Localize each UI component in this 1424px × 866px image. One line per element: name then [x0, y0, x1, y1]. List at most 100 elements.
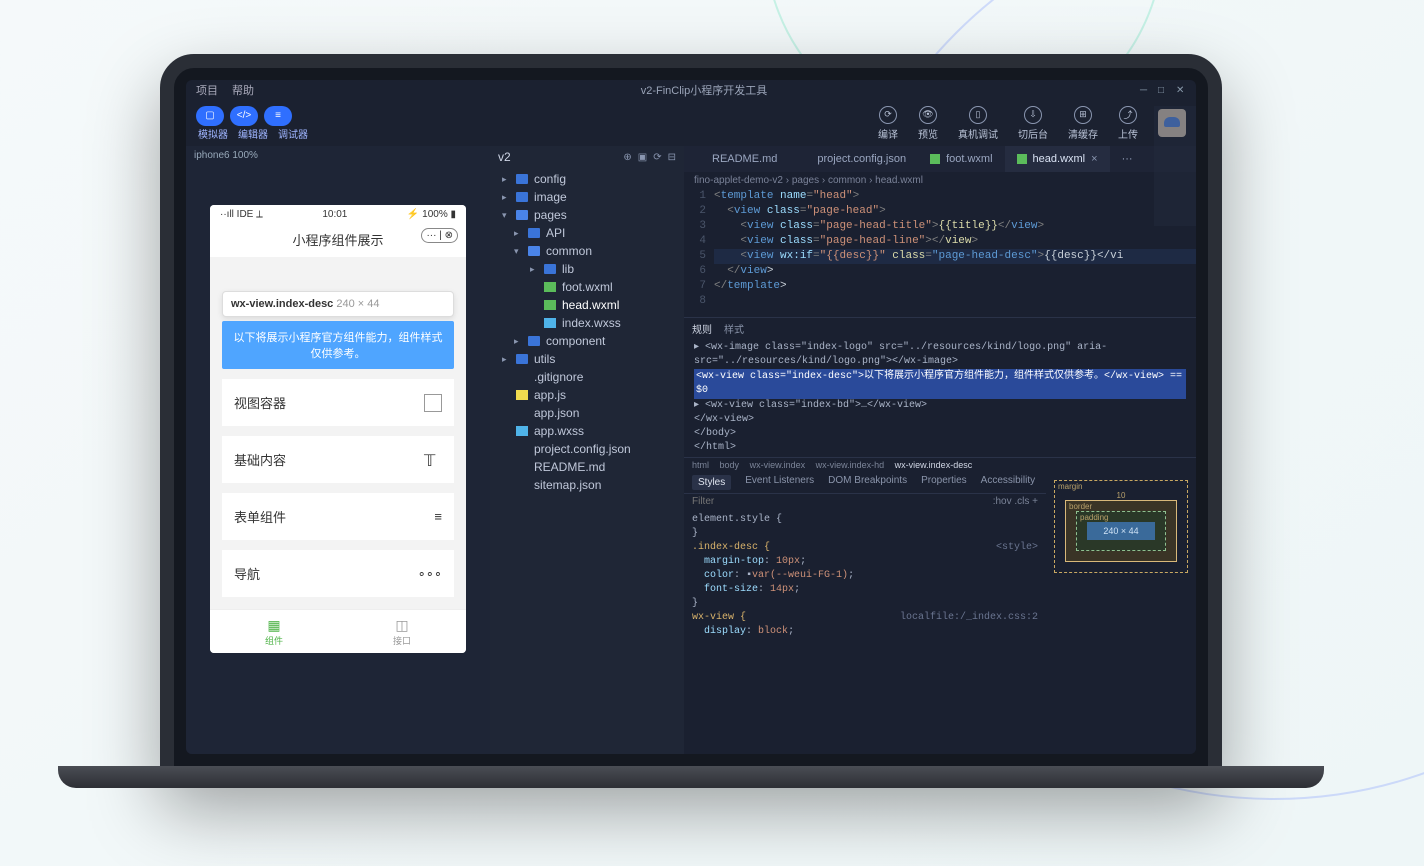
new-file-icon[interactable]: ⊕ — [623, 152, 631, 163]
tree-item-foot-wxml[interactable]: foot.wxml — [490, 278, 684, 296]
tree-item-project-config-json[interactable]: project.config.json — [490, 440, 684, 458]
preview-button[interactable]: 👁预览 — [918, 106, 938, 141]
close-icon[interactable]: ✕ — [1176, 85, 1186, 95]
tree-item-common[interactable]: ▾common — [490, 242, 684, 260]
simulator-label: 模拟器 — [198, 126, 228, 141]
tree-item-utils[interactable]: ▸utils — [490, 350, 684, 368]
style-filter-input[interactable] — [692, 496, 993, 507]
menu-nav[interactable]: 导航∘∘∘ — [222, 550, 454, 597]
menu-help[interactable]: 帮助 — [232, 82, 254, 98]
project-root[interactable]: v2 — [498, 150, 511, 164]
tab-foot-wxml[interactable]: foot.wxml — [918, 146, 1004, 172]
compile-button[interactable]: ⟳编译 — [878, 106, 898, 141]
app-header: 小程序组件展示 ··· | ⊗ — [210, 224, 466, 257]
simulator-toggle[interactable]: ▢ — [196, 106, 224, 126]
editor-panel: README.mdproject.config.jsonfoot.wxmlhea… — [684, 146, 1196, 754]
menu-form[interactable]: 表单组件≡ — [222, 493, 454, 540]
styles-pane[interactable]: element.style { } .index-desc {<style> m… — [684, 509, 1046, 643]
tab-api[interactable]: ◫接口 — [338, 610, 466, 653]
breadcrumb[interactable]: fino-applet-demo-v2 › pages › common › h… — [684, 172, 1196, 189]
preview-icon: 👁 — [919, 106, 937, 124]
subtab-accessibility[interactable]: Accessibility — [981, 475, 1035, 490]
new-folder-icon[interactable]: ▣ — [638, 152, 647, 163]
editor-label: 编辑器 — [238, 126, 268, 141]
window-title: v2-FinClip小程序开发工具 — [268, 82, 1140, 98]
element-path[interactable]: html body wx-view.index wx-view.index-hd… — [684, 457, 1196, 472]
devtools: 规则 样式 ▸ <wx-image class="index-logo" src… — [684, 317, 1196, 754]
toolbar: ▢ </> ≡ 模拟器 编辑器 调试器 ⟳编译 👁预览 ▯真机调试 ⇩切后台 ⊞… — [186, 100, 1196, 146]
phone-statusbar: ··ıll IDE ⟂ 10:01 ⚡ 100% ▮ — [210, 205, 466, 224]
compile-icon: ⟳ — [879, 106, 897, 124]
device-indicator[interactable]: iphone6 100% — [186, 146, 490, 165]
editor-tabs: README.mdproject.config.jsonfoot.wxmlhea… — [684, 146, 1196, 172]
highlighted-element[interactable]: 以下将展示小程序官方组件能力，组件样式仅供参考。 — [222, 321, 454, 369]
tab-README-md[interactable]: README.md — [684, 146, 789, 172]
tree-item-sitemap-json[interactable]: sitemap.json — [490, 476, 684, 494]
action-bar: ⟳编译 👁预览 ▯真机调试 ⇩切后台 ⊞清缓存 ⤴上传 — [878, 106, 1186, 141]
tree-item-app-json[interactable]: app.json — [490, 404, 684, 422]
code-editor[interactable]: 12345678 <template name="head"> <view cl… — [684, 189, 1196, 317]
style-toggles[interactable]: :hov .cls + — [993, 496, 1038, 507]
clear-cache-button[interactable]: ⊞清缓存 — [1068, 106, 1098, 141]
view-toggle-group: ▢ </> ≡ — [196, 106, 300, 126]
upload-icon: ⤴ — [1119, 106, 1137, 124]
editor-toggle[interactable]: </> — [230, 106, 258, 126]
maximize-icon[interactable]: □ — [1158, 85, 1168, 95]
subtab-styles[interactable]: Styles — [692, 475, 731, 490]
capsule-button[interactable]: ··· | ⊗ — [421, 228, 458, 243]
minimap[interactable] — [1154, 106, 1196, 226]
app-title: 小程序组件展示 — [292, 233, 383, 248]
subtab-properties[interactable]: Properties — [921, 475, 967, 490]
debugger-toggle[interactable]: ≡ — [264, 106, 292, 126]
file-explorer: v2 ⊕ ▣ ⟳ ⊟ ▸config▸image▾pages▸API▾commo… — [490, 146, 684, 754]
tree-item-app-wxss[interactable]: app.wxss — [490, 422, 684, 440]
subtab-listeners[interactable]: Event Listeners — [745, 475, 814, 490]
tree-item-index-wxss[interactable]: index.wxss — [490, 314, 684, 332]
phone-tabbar: ▦组件 ◫接口 — [210, 609, 466, 653]
menubar: 项目 帮助 v2-FinClip小程序开发工具 ─ □ ✕ — [186, 80, 1196, 100]
menu-view-container[interactable]: 视图容器 — [222, 379, 454, 426]
laptop-base — [58, 766, 1324, 788]
tree-item-app-js[interactable]: app.js — [490, 386, 684, 404]
remote-debug-button[interactable]: ▯真机调试 — [958, 106, 998, 141]
phone-icon: ▯ — [969, 106, 987, 124]
tree-item--gitignore[interactable]: .gitignore — [490, 368, 684, 386]
devtab-styles[interactable]: 样式 — [724, 321, 744, 336]
simulator-panel: iphone6 100% ··ıll IDE ⟂ 10:01 ⚡ 100% ▮ … — [186, 146, 490, 754]
debugger-label: 调试器 — [278, 126, 308, 141]
box-model: margin 10 border padding 240 × 44 — [1046, 472, 1196, 754]
tab-more[interactable]: ··· — [1110, 146, 1145, 172]
hamburger-icon: ≡ — [434, 509, 442, 524]
devtab-elements[interactable]: 规则 — [692, 321, 712, 336]
clear-icon: ⊞ — [1074, 106, 1092, 124]
tree-item-config[interactable]: ▸config — [490, 170, 684, 188]
tree-item-image[interactable]: ▸image — [490, 188, 684, 206]
tab-project-config-json[interactable]: project.config.json — [789, 146, 918, 172]
background-button[interactable]: ⇩切后台 — [1018, 106, 1048, 141]
tree-item-README-md[interactable]: README.md — [490, 458, 684, 476]
laptop-frame: 项目 帮助 v2-FinClip小程序开发工具 ─ □ ✕ ▢ </> ≡ 模拟… — [160, 54, 1222, 780]
background-icon: ⇩ — [1024, 106, 1042, 124]
window-controls[interactable]: ─ □ ✕ — [1140, 85, 1186, 95]
inspect-tooltip: wx-view.index-desc 240 × 44 — [222, 291, 454, 317]
tree-item-pages[interactable]: ▾pages — [490, 206, 684, 224]
tree-item-API[interactable]: ▸API — [490, 224, 684, 242]
tab-component[interactable]: ▦组件 — [210, 610, 338, 653]
box-content-size: 240 × 44 — [1087, 522, 1155, 540]
upload-button[interactable]: ⤴上传 — [1118, 106, 1138, 141]
tree-item-component[interactable]: ▸component — [490, 332, 684, 350]
phone-simulator: ··ıll IDE ⟂ 10:01 ⚡ 100% ▮ 小程序组件展示 ··· |… — [210, 205, 466, 653]
refresh-icon[interactable]: ⟳ — [653, 152, 661, 163]
collapse-icon[interactable]: ⊟ — [668, 152, 676, 163]
minimize-icon[interactable]: ─ — [1140, 85, 1150, 95]
container-icon — [424, 394, 442, 412]
text-icon: 𝕋 — [424, 451, 442, 469]
tab-close-icon[interactable]: × — [1091, 153, 1097, 165]
tab-head-wxml[interactable]: head.wxml × — [1005, 146, 1110, 172]
menu-project[interactable]: 项目 — [196, 82, 218, 98]
elements-tree[interactable]: ▸ <wx-image class="index-logo" src="../r… — [684, 339, 1196, 457]
tree-item-head-wxml[interactable]: head.wxml — [490, 296, 684, 314]
subtab-breakpoints[interactable]: DOM Breakpoints — [828, 475, 907, 490]
menu-basic-content[interactable]: 基础内容𝕋 — [222, 436, 454, 483]
tree-item-lib[interactable]: ▸lib — [490, 260, 684, 278]
